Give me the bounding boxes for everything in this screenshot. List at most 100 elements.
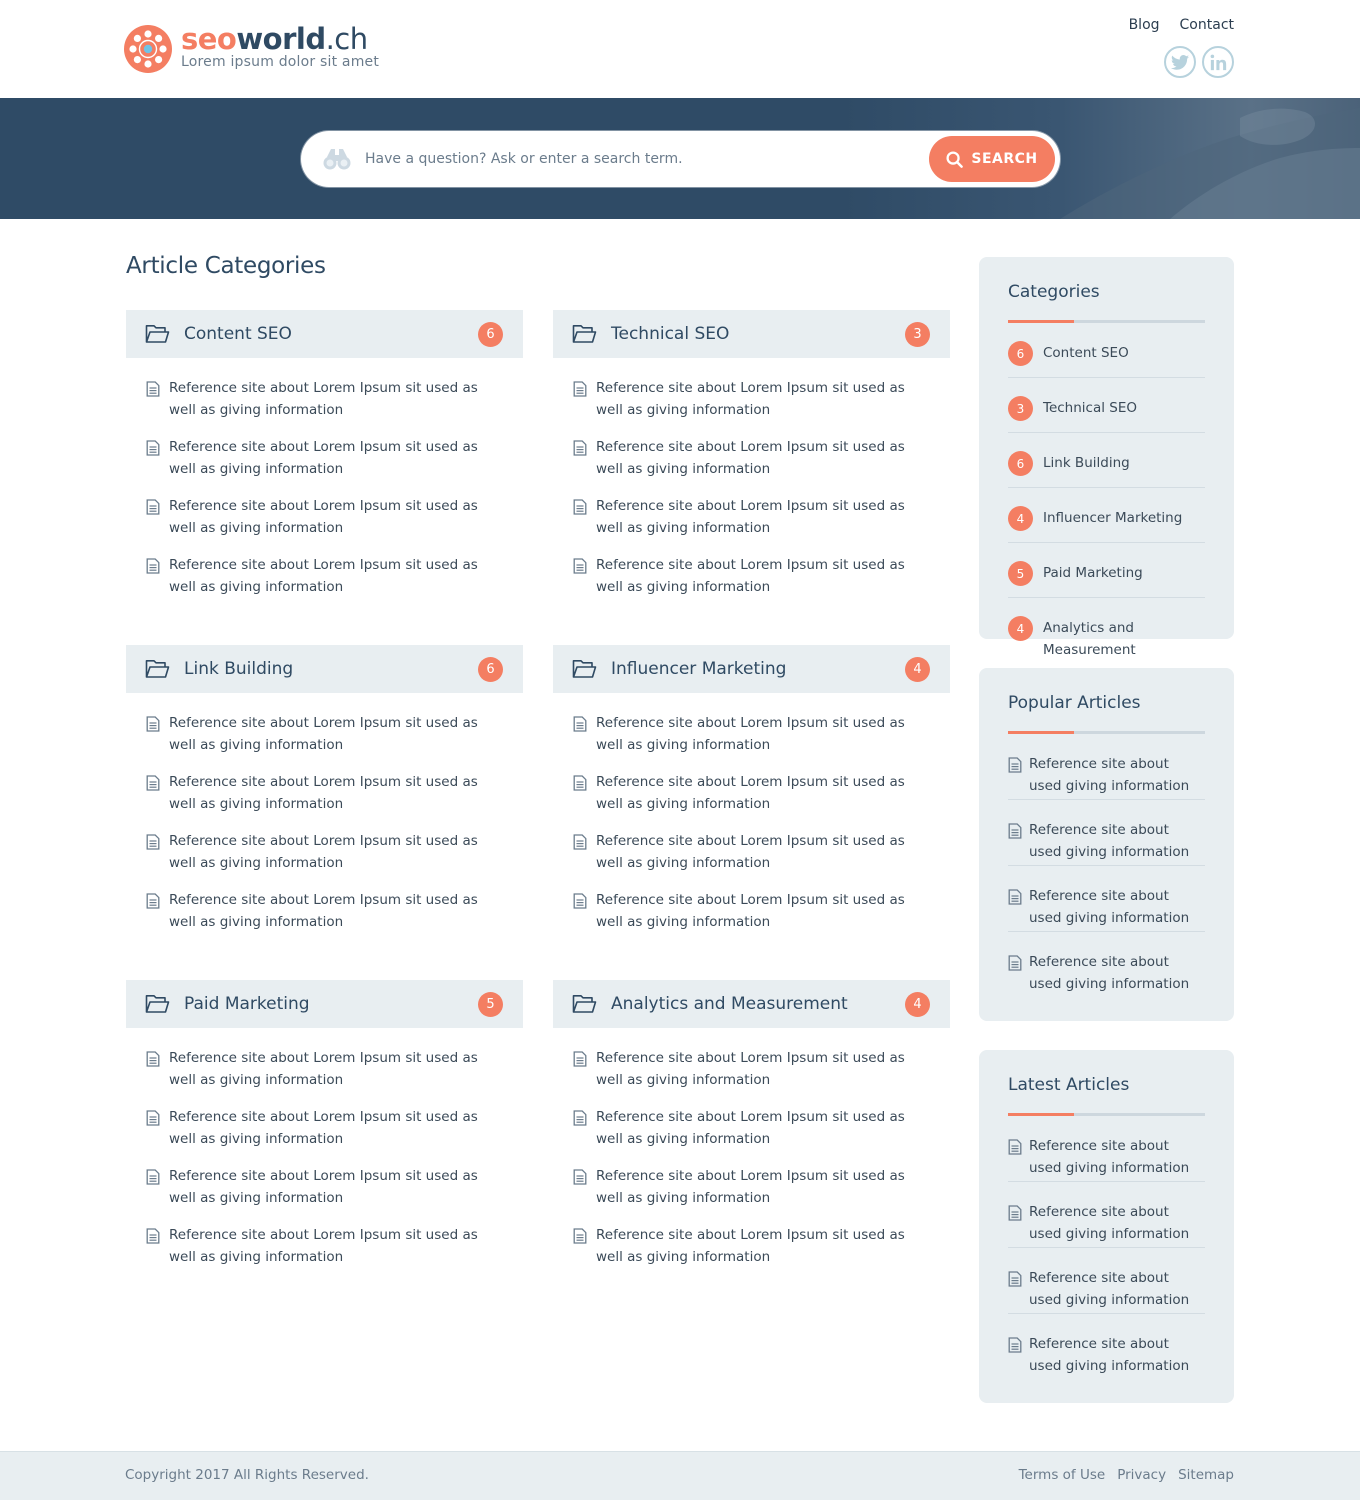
category-count-badge: 4 (905, 992, 930, 1017)
footer-link-sitemap[interactable]: Sitemap (1178, 1467, 1234, 1483)
article-link[interactable]: Reference site about Lorem Ipsum sit use… (596, 378, 926, 421)
document-icon (146, 558, 160, 574)
article-link[interactable]: Reference site about Lorem Ipsum sit use… (596, 1225, 926, 1268)
article-link[interactable]: Reference site about Lorem Ipsum sit use… (596, 1107, 926, 1150)
document-icon (573, 1051, 587, 1067)
article-link[interactable]: Reference site about Lorem Ipsum sit use… (596, 496, 926, 539)
article-link[interactable]: Reference site about Lorem Ipsum sit use… (169, 1166, 499, 1209)
article-link[interactable]: Reference site about Lorem Ipsum sit use… (169, 890, 499, 933)
list-item: Reference site about Lorem Ipsum sit use… (573, 890, 950, 949)
article-link[interactable]: Reference site about Lorem Ipsum sit use… (169, 378, 499, 421)
article-link[interactable]: Reference site about Lorem Ipsum sit use… (169, 1107, 499, 1150)
list-item: Reference site about Lorem Ipsum sit use… (146, 1166, 523, 1225)
category-count-badge: 4 (1008, 506, 1033, 531)
list-item: Reference site about Lorem Ipsum sit use… (146, 772, 523, 831)
twitter-icon[interactable] (1164, 46, 1196, 78)
category-title[interactable]: Content SEO (184, 324, 292, 344)
article-link[interactable]: Reference site about used giving informa… (1029, 754, 1205, 797)
category-header[interactable]: Analytics and Measurement 4 (553, 980, 950, 1028)
article-link[interactable]: Reference site about Lorem Ipsum sit use… (169, 555, 499, 598)
footer-link-privacy[interactable]: Privacy (1117, 1467, 1166, 1483)
list-item: Reference site about Lorem Ipsum sit use… (146, 890, 523, 949)
category-title[interactable]: Link Building (184, 659, 293, 679)
category-title[interactable]: Paid Marketing (184, 994, 310, 1014)
article-link[interactable]: Reference site about Lorem Ipsum sit use… (169, 496, 499, 539)
sidebar-category-link[interactable]: Content SEO (1043, 343, 1129, 365)
category-block: Content SEO 6 Reference site about Lorem I… (126, 310, 523, 614)
article-link[interactable]: Reference site about Lorem Ipsum sit use… (169, 1048, 499, 1091)
category-header[interactable]: Content SEO 6 (126, 310, 523, 358)
sidebar-category-item[interactable]: 6 Content SEO (1008, 323, 1205, 378)
document-icon (573, 1228, 587, 1244)
sidebar-category-link[interactable]: Link Building (1043, 453, 1130, 475)
folder-icon (572, 660, 597, 678)
category-title[interactable]: Technical SEO (611, 324, 729, 344)
sidebar-category-link[interactable]: Technical SEO (1043, 398, 1137, 420)
category-count-badge: 3 (1008, 396, 1033, 421)
search-input[interactable] (365, 139, 905, 179)
list-item: Reference site about Lorem Ipsum sit use… (573, 437, 950, 496)
document-icon (573, 834, 587, 850)
article-link[interactable]: Reference site about Lorem Ipsum sit use… (596, 1048, 926, 1091)
article-link[interactable]: Reference site about Lorem Ipsum sit use… (596, 1166, 926, 1209)
article-link[interactable]: Reference site about used giving informa… (1029, 1202, 1205, 1245)
list-item: Reference site about Lorem Ipsum sit use… (573, 772, 950, 831)
site-logo[interactable]: seoworld.ch Lorem ipsum dolor sit amet (123, 22, 379, 74)
list-item: Reference site about Lorem Ipsum sit use… (573, 831, 950, 890)
sidebar-category-item[interactable]: 6 Link Building (1008, 433, 1205, 488)
category-block: Technical SEO 3 Reference site about Lorem… (553, 310, 950, 614)
category-count-badge: 3 (905, 322, 930, 347)
category-header[interactable]: Influencer Marketing 4 (553, 645, 950, 693)
sidebar-category-item[interactable]: 3 Technical SEO (1008, 378, 1205, 433)
category-header[interactable]: Paid Marketing 5 (126, 980, 523, 1028)
document-icon (573, 440, 587, 456)
sidebar-popular: Popular Articles Reference site about us… (979, 668, 1234, 1021)
category-title[interactable]: Analytics and Measurement (611, 994, 848, 1014)
article-link[interactable]: Reference site about Lorem Ipsum sit use… (169, 1225, 499, 1268)
category-title[interactable]: Influencer Marketing (611, 659, 786, 679)
document-icon (146, 1169, 160, 1185)
article-link[interactable]: Reference site about Lorem Ipsum sit use… (169, 437, 499, 480)
list-item: Reference site about used giving informa… (1008, 1248, 1205, 1314)
category-count-badge: 6 (478, 657, 503, 682)
latest-article-list: Reference site about used giving informa… (1008, 1116, 1205, 1380)
article-link[interactable]: Reference site about Lorem Ipsum sit use… (596, 831, 926, 874)
top-nav: Blog Contact (1129, 17, 1234, 33)
article-link[interactable]: Reference site about Lorem Ipsum sit use… (596, 890, 926, 933)
linkedin-icon[interactable] (1202, 46, 1234, 78)
list-item: Reference site about Lorem Ipsum sit use… (146, 437, 523, 496)
article-link[interactable]: Reference site about used giving informa… (1029, 886, 1205, 929)
document-icon (1008, 1139, 1022, 1155)
sidebar-category-link[interactable]: Paid Marketing (1043, 563, 1143, 585)
sidebar-category-item[interactable]: 4 Influencer Marketing (1008, 488, 1205, 543)
sidebar-category-item[interactable]: 5 Paid Marketing (1008, 543, 1205, 598)
article-link[interactable]: Reference site about Lorem Ipsum sit use… (169, 772, 499, 815)
document-icon (146, 440, 160, 456)
sidebar-category-link[interactable]: Analytics and Measurement (1043, 618, 1205, 661)
sidebar-category-link[interactable]: Influencer Marketing (1043, 508, 1182, 530)
nav-link-contact[interactable]: Contact (1180, 17, 1234, 33)
article-link[interactable]: Reference site about Lorem Ipsum sit use… (169, 831, 499, 874)
article-link[interactable]: Reference site about used giving informa… (1029, 1268, 1205, 1311)
folder-icon (145, 660, 170, 678)
article-link[interactable]: Reference site about used giving informa… (1029, 1334, 1205, 1377)
article-link[interactable]: Reference site about used giving informa… (1029, 952, 1205, 995)
article-link[interactable]: Reference site about Lorem Ipsum sit use… (596, 772, 926, 815)
search-button[interactable]: SEARCH (929, 136, 1055, 182)
article-link[interactable]: Reference site about Lorem Ipsum sit use… (169, 713, 499, 756)
category-block: Analytics and Measurement 4 Reference site… (553, 980, 950, 1284)
sidebar-category-item[interactable]: 4 Analytics and Measurement (1008, 598, 1205, 672)
nav-link-blog[interactable]: Blog (1129, 17, 1160, 33)
sidebar-divider (1008, 320, 1205, 323)
article-link[interactable]: Reference site about Lorem Ipsum sit use… (596, 437, 926, 480)
article-link[interactable]: Reference site about Lorem Ipsum sit use… (596, 555, 926, 598)
document-icon (573, 775, 587, 791)
article-link[interactable]: Reference site about Lorem Ipsum sit use… (596, 713, 926, 756)
list-item: Reference site about Lorem Ipsum sit use… (573, 555, 950, 614)
category-header[interactable]: Link Building 6 (126, 645, 523, 693)
list-item: Reference site about Lorem Ipsum sit use… (146, 378, 523, 437)
category-header[interactable]: Technical SEO 3 (553, 310, 950, 358)
article-link[interactable]: Reference site about used giving informa… (1029, 1136, 1205, 1179)
footer-link-terms[interactable]: Terms of Use (1019, 1467, 1106, 1483)
article-link[interactable]: Reference site about used giving informa… (1029, 820, 1205, 863)
